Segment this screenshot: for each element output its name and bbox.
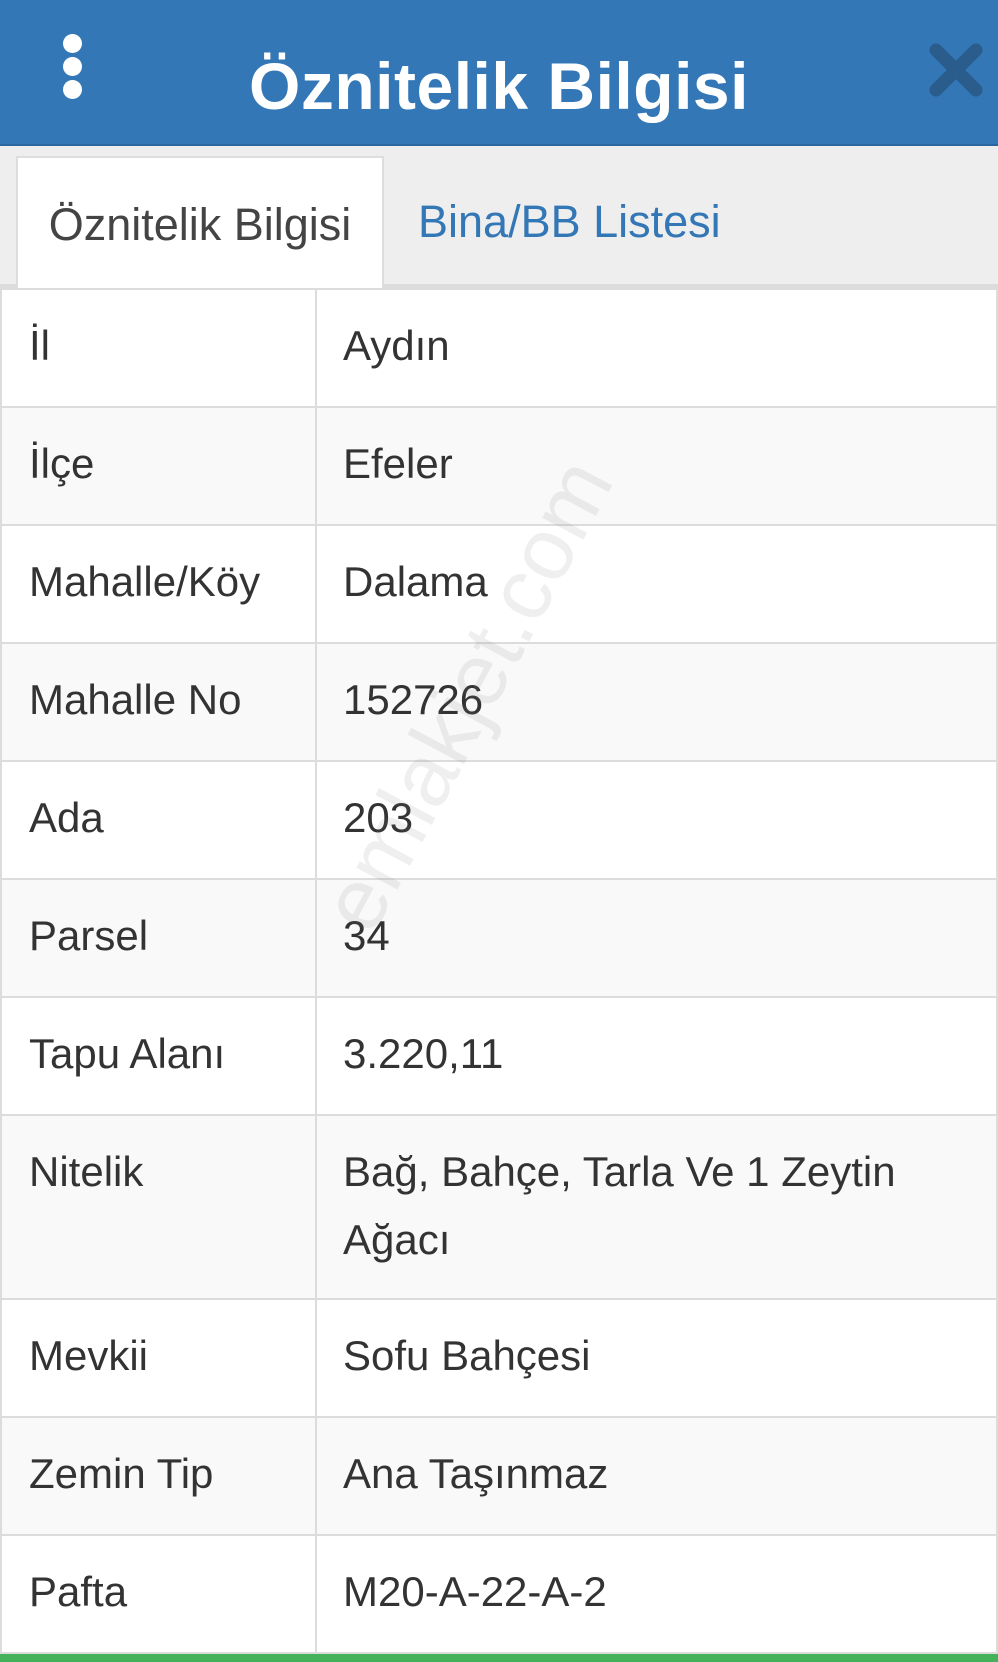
attribute-value: Efeler [315,406,998,526]
close-icon[interactable] [926,40,986,100]
table-row: Pafta M20-A-22-A-2 [0,1534,998,1654]
attribute-label: Pafta [0,1534,317,1654]
attribute-label: Zemin Tip [0,1416,317,1536]
attribute-value: M20-A-22-A-2 [315,1534,998,1654]
table-row: Ada 203 [0,760,998,880]
tab-attribute-info[interactable]: Öznitelik Bilgisi [16,156,384,292]
dialog-title: Öznitelik Bilgisi [249,49,749,123]
attribute-label: Tapu Alanı [0,996,317,1116]
attribute-label: Parsel [0,878,317,998]
table-row: Mevkii Sofu Bahçesi [0,1298,998,1418]
attribute-label: Nitelik [0,1114,317,1300]
table-row: Nitelik Bağ, Bahçe, Tarla Ve 1 Zeytin Ağ… [0,1114,998,1300]
attribute-value: Sofu Bahçesi [315,1298,998,1418]
attribute-label: İl [0,288,317,408]
attribute-label: Ada [0,760,317,880]
table-row: İl Aydın [0,288,998,408]
dialog-header: Öznitelik Bilgisi [0,0,998,146]
attribute-label: Mahalle No [0,642,317,762]
attribute-value: Aydın [315,288,998,408]
attribute-label: Mevkii [0,1298,317,1418]
attribute-value: Bağ, Bahçe, Tarla Ve 1 Zeytin Ağacı [315,1114,998,1300]
attribute-value: 3.220,11 [315,996,998,1116]
tab-bar: Öznitelik Bilgisi Bina/BB Listesi [0,146,998,292]
attribute-info-dialog: Öznitelik Bilgisi Öznitelik Bilgisi Bina… [0,0,998,1662]
attribute-label: Mahalle/Köy [0,524,317,644]
attribute-value: 34 [315,878,998,998]
table-row: İlçe Efeler [0,406,998,526]
attribute-value: 152726 [315,642,998,762]
attribute-label: İlçe [0,406,317,526]
table-row: Mahalle No 152726 [0,642,998,762]
table-row: Mahalle/Köy Dalama [0,524,998,644]
table-row: Zemin Tip Ana Taşınmaz [0,1416,998,1536]
attribute-table: İl Aydın İlçe Efeler Mahalle/Köy Dalama … [0,288,998,1654]
table-row: Parsel 34 [0,878,998,998]
table-row: Tapu Alanı 3.220,11 [0,996,998,1116]
more-vert-icon[interactable] [56,30,88,104]
bottom-accent-bar [0,1654,998,1662]
attribute-value: 203 [315,760,998,880]
attribute-value: Dalama [315,524,998,644]
tab-building-list[interactable]: Bina/BB Listesi [418,156,721,288]
attribute-value: Ana Taşınmaz [315,1416,998,1536]
